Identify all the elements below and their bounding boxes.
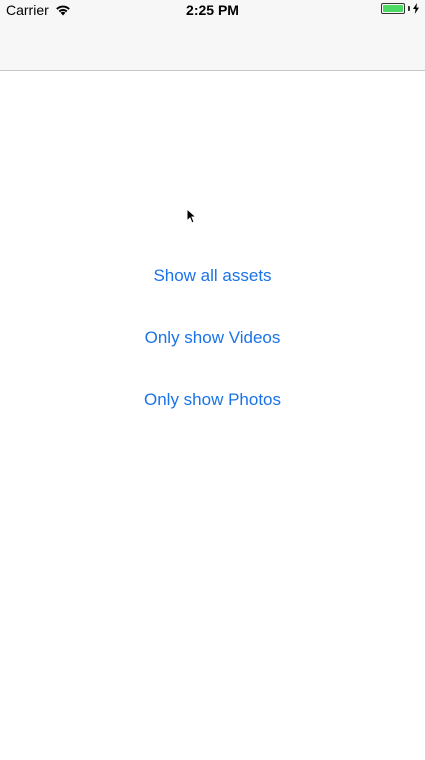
charging-bolt-icon (413, 3, 419, 14)
status-time: 2:25 PM (186, 2, 239, 18)
battery-fill (383, 5, 403, 12)
main-content: Show all assets Only show Videos Only sh… (0, 71, 425, 760)
mouse-cursor-icon (186, 208, 196, 224)
show-all-assets-button[interactable]: Show all assets (0, 264, 425, 288)
only-show-videos-button[interactable]: Only show Videos (0, 326, 425, 350)
only-show-photos-button[interactable]: Only show Photos (0, 388, 425, 412)
status-bar: Carrier 2:25 PM (0, 0, 425, 20)
battery-tip (408, 6, 410, 11)
battery-indicator (381, 3, 419, 14)
battery-icon (381, 3, 405, 14)
navigation-bar (0, 20, 425, 71)
